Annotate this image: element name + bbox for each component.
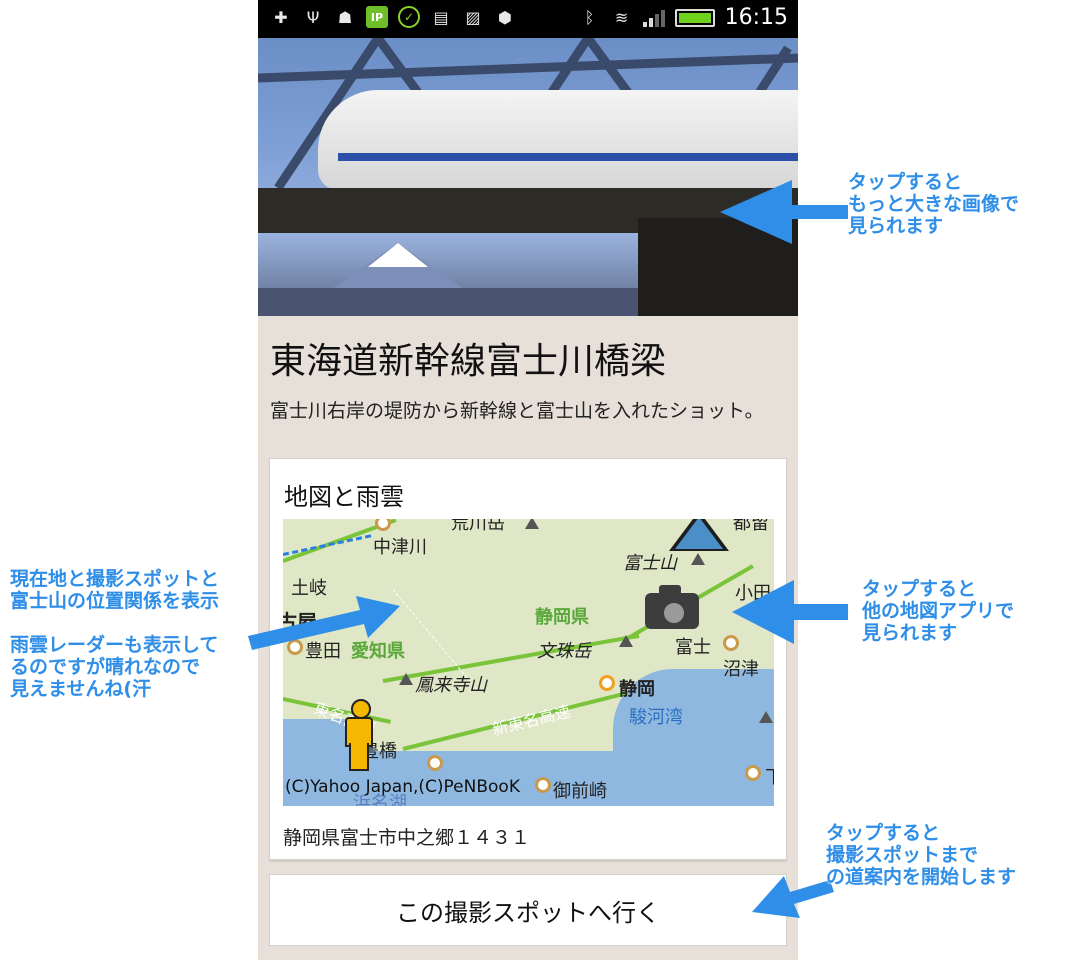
mountain-peak-icon: [759, 711, 773, 723]
map-label-horaiji: 鳳来寺山: [415, 675, 487, 696]
spot-description: 富士川右岸の堤防から新幹線と富士山を入れたショット。: [270, 400, 764, 422]
status-left-icons: ✚ Ψ ☗ IP ✓ ▤ ▨ ⬢: [270, 6, 516, 28]
city-marker: [535, 777, 551, 793]
map-label-shizuoka-pref: 静岡県: [535, 607, 589, 628]
status-time: 16:15: [724, 5, 788, 30]
map-view[interactable]: 荒川岳 都留 中津川 土岐 古屋 豊田 愛知県 鳳来寺山 静岡県 文珠岳 富士山…: [283, 519, 774, 806]
mountain-peak-icon: [691, 553, 705, 565]
map-label-bunju: 文珠岳: [537, 641, 591, 662]
callout-go: タップすると 撮影スポットまで の道案内を開始します: [826, 822, 1016, 888]
map-copyright: (C)Yahoo Japan,(C)PeNBooK: [285, 777, 520, 797]
callout-line: タップすると: [826, 822, 941, 844]
status-bar: ✚ Ψ ☗ IP ✓ ▤ ▨ ⬢ ᛒ ≋ 16:15: [258, 0, 798, 38]
mountain-peak-icon: [399, 673, 413, 685]
map-card-heading: 地図と雨雲: [284, 483, 404, 511]
usb-icon: Ψ: [306, 7, 320, 27]
callout-line: もっと大きな画像で: [848, 193, 1020, 215]
map-label-shin-tomei: 新東名高速: [490, 701, 573, 740]
callout-line: 現在地と撮影スポットと: [10, 568, 220, 590]
map-label-numazu: 沼津: [723, 659, 759, 680]
city-marker: [745, 765, 761, 781]
callout-line: タップすると: [862, 578, 977, 600]
city-marker: [375, 519, 391, 531]
current-location-icon: [343, 699, 373, 771]
callout-line: 撮影スポットまで: [826, 844, 979, 866]
clipboard-icon: ▤: [433, 7, 449, 27]
city-marker: [599, 675, 615, 691]
bluetooth-icon: ᛒ: [584, 8, 595, 27]
signal-icon: [642, 9, 665, 27]
gallery-icon: ▨: [465, 7, 481, 27]
go-to-spot-button[interactable]: この撮影スポットへ行く: [269, 874, 787, 946]
map-label-tsuru: 都留: [733, 519, 769, 534]
spot-title: 東海道新幹線富士川橋梁: [270, 341, 667, 382]
callout-map-right: タップすると 他の地図アプリで 見られます: [862, 578, 1014, 644]
callout-line: 見えませんね(汗: [10, 678, 152, 700]
callout-line: 見られます: [848, 215, 944, 237]
mount-fuji-snow: [368, 243, 428, 267]
spot-photo[interactable]: [258, 38, 798, 316]
fuji-marker-fill: [675, 519, 723, 549]
map-label-shimoda: 下: [765, 763, 774, 789]
status-right-icons: ᛒ ≋ 16:15: [579, 5, 788, 30]
map-label-nakatsugawa: 中津川: [373, 537, 427, 558]
map-label-toki: 土岐: [291, 578, 327, 599]
callout-line: の道案内を開始します: [826, 866, 1017, 888]
check-icon: ✓: [398, 6, 420, 28]
rail-line: [283, 534, 372, 556]
map-label-omaezaki: 御前崎: [553, 781, 607, 802]
spot-address: 静岡県富士市中之郷１４３１: [283, 827, 531, 849]
callout-line: るのですが晴れなので: [10, 656, 201, 678]
notification-icon: ✚: [274, 7, 288, 27]
city-marker: [723, 635, 739, 651]
bridge-pier: [638, 218, 798, 316]
phone-screen: ✚ Ψ ☗ IP ✓ ▤ ▨ ⬢ ᛒ ≋ 16:15 東海道新幹線富士川橋梁 富…: [258, 0, 798, 960]
mountain-peak-icon: [525, 519, 539, 529]
battery-icon: [674, 8, 715, 27]
map-label-fujisan: 富士山: [623, 553, 677, 574]
callout-map-left: 現在地と撮影スポットと 富士山の位置関係を表示 雨雲レーダーも表示して るのです…: [10, 568, 219, 700]
map-label-fuji: 富士: [675, 637, 711, 658]
map-label-aichi: 愛知県: [351, 641, 405, 662]
map-label-nagoya: 古屋: [283, 610, 317, 634]
ip-app-icon: IP: [366, 6, 388, 28]
callout-line: 見られます: [862, 622, 958, 644]
camera-spot-icon: [645, 585, 699, 629]
map-card: 地図と雨雲 荒川岳 都留 中津川 土岐 古屋 豊田 愛知県 鳳来寺山 静岡県 文…: [269, 458, 787, 860]
map-label-mountain-top: 荒川岳: [451, 519, 505, 534]
callout-line: タップすると: [848, 171, 963, 193]
train-stripe: [338, 153, 798, 161]
city-marker: [427, 755, 443, 771]
nfc-icon: ⬢: [498, 7, 512, 27]
shinkansen-train: [318, 90, 798, 190]
map-label-toyota: 豊田: [305, 641, 341, 662]
map-label-odawara: 小田: [735, 583, 771, 604]
callout-line: 富士山の位置関係を表示: [10, 590, 220, 612]
callout-line: 他の地図アプリで: [862, 600, 1015, 622]
map-label-suruga: 駿河湾: [629, 707, 683, 728]
mountain-peak-icon: [619, 635, 633, 647]
wifi-icon: ≋: [614, 8, 629, 27]
map-label-shizuoka: 静岡: [619, 679, 655, 700]
city-marker: [287, 639, 303, 655]
callout-line: 雨雲レーダーも表示して: [10, 634, 219, 656]
android-debug-icon: ☗: [337, 7, 353, 27]
callout-photo: タップすると もっと大きな画像で 見られます: [848, 171, 1019, 237]
